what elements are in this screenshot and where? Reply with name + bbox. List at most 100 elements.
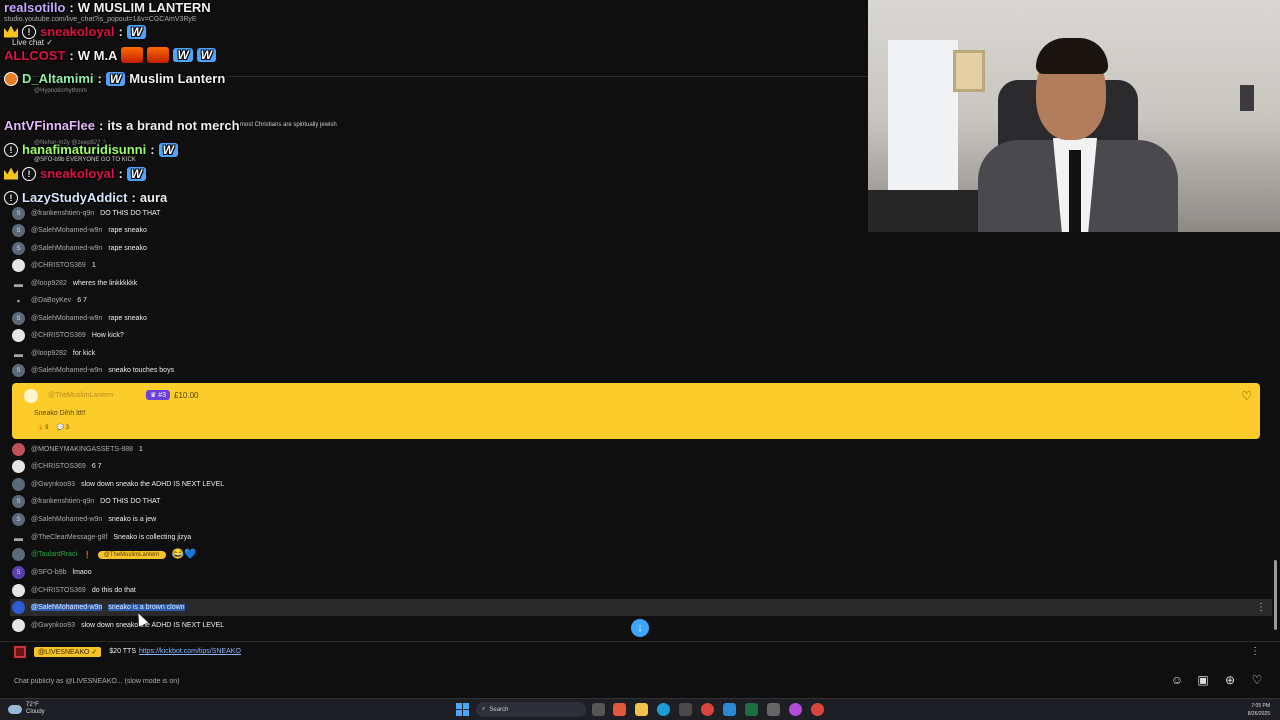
pinned-message[interactable]: @LIVESNEAKO ✓ $20 TTS https://kickbot.co… (0, 641, 1280, 661)
chat-message[interactable]: @MONEYMAKINGASSETS-888 1 (12, 441, 143, 458)
scroll-to-bottom-button[interactable]: ↓ (631, 619, 649, 637)
chat-message[interactable]: S @SalehMohamed-w9n rape sneako (12, 222, 147, 239)
info-icon: ! (4, 142, 18, 157)
avatar: ▬ (14, 532, 23, 543)
webcam-feed (868, 0, 1280, 232)
chat-message[interactable]: ▬ @loop9282 wheres the linkkkkkk (12, 275, 137, 292)
avatar (12, 478, 25, 491)
super-chat-card[interactable]: @TheMuslimLantern ♛ #3 £10.00 Sneako Dih… (12, 383, 1260, 439)
avatar (14, 645, 26, 658)
avatar (12, 584, 25, 597)
app-icon[interactable] (723, 703, 736, 716)
info-icon: ! (22, 166, 36, 181)
avatar (24, 389, 38, 403)
tts-overlay: realsotillo: W MUSLIM LANTERN ! sneakoloy… (0, 0, 860, 210)
overlay-alert: ! sneakoloyal: W (4, 24, 147, 39)
app-icon[interactable] (767, 703, 780, 716)
chat-message[interactable]: S @SalehMohamed-w9n rape sneako (12, 240, 147, 257)
avatar (12, 601, 25, 614)
file-explorer-icon[interactable] (635, 703, 648, 716)
fire-emote-icon (147, 47, 170, 63)
chat-message[interactable]: @CHRISTOS369 1 (12, 257, 96, 274)
pinned-text: $20 TTS (109, 648, 136, 655)
chrome-icon[interactable] (811, 703, 824, 716)
super-chat-icon[interactable]: ▣ (1196, 673, 1210, 687)
chat-message[interactable]: @TaulantRraci ❗ @TheMuslimLantern 😂💙 (12, 546, 196, 563)
chat-message[interactable]: @CHRISTOS369 6 7 (12, 458, 102, 475)
member-badge: ♛ #3 (146, 390, 171, 400)
info-icon: ! (22, 24, 36, 39)
task-view-icon[interactable] (592, 703, 605, 716)
user-icon (4, 71, 18, 86)
super-chat-amount: £10.00 (174, 391, 199, 400)
avatar: ▬ (14, 278, 23, 289)
avatar: S (12, 495, 25, 508)
overlay-alert: ALLCOST: W M.A WW (4, 47, 217, 63)
reply-button[interactable]: 💬 3 (56, 424, 68, 431)
chat-message[interactable]: ▪ @DaBoyKev 6 7 (12, 292, 87, 309)
scrollbar[interactable] (1274, 560, 1277, 630)
chat-message[interactable]: @Gwynkoo93 slow down sneako the ADHD IS N… (12, 476, 224, 493)
chat-message[interactable]: @CHRISTOS369 do this do that (12, 582, 136, 599)
chat-message[interactable]: @CHRISTOS369 How kick? (12, 327, 124, 344)
more-options-icon[interactable]: ⋮ (1256, 602, 1266, 613)
avatar: S (12, 312, 25, 325)
more-options-icon[interactable]: ⋮ (1250, 646, 1260, 657)
chat-message-selected[interactable]: @SalehMohamed-w9n sneako is a brown clown… (10, 599, 1272, 616)
search-icon: ⌕ (482, 706, 486, 712)
add-icon[interactable]: ⊕ (1223, 673, 1237, 687)
avatar (12, 259, 25, 272)
windows-start-icon[interactable] (456, 703, 469, 716)
avatar: S (12, 207, 25, 220)
app-icon[interactable] (789, 703, 802, 716)
avatar: S (12, 513, 25, 526)
chat-message[interactable]: S @SFO-b9b lmaoo (12, 564, 92, 581)
crown-icon (4, 25, 18, 38)
excel-icon[interactable] (745, 703, 758, 716)
overlay-alert: ! hanafimaturidisunni: W (4, 142, 178, 157)
system-clock[interactable]: 7:05 PM 8/26/2025 (1248, 702, 1270, 718)
avatar: S (12, 242, 25, 255)
avatar: S (12, 566, 25, 579)
heart-icon[interactable]: ♡ (1250, 673, 1264, 687)
overlay-alert: realsotillo: W MUSLIM LANTERN (4, 0, 211, 15)
super-chat-author: @TheMuslimLantern (48, 392, 114, 399)
heart-icon[interactable]: ♡ (1241, 389, 1252, 403)
avatar (12, 460, 25, 473)
avatar: S (12, 224, 25, 237)
chat-message[interactable]: S @frankenshtien-q9n DO THIS DO THAT (12, 493, 160, 510)
chat-message[interactable]: S @SalehMohamed-w9n rape sneako (12, 310, 147, 327)
taskbar: 72°F Cloudy ⌕ Search 7:05 PM 8/26/2025 (0, 698, 1280, 720)
crown-icon (4, 167, 18, 180)
store-icon[interactable] (679, 703, 692, 716)
edge-icon[interactable] (657, 703, 670, 716)
avatar: S (12, 364, 25, 377)
overlay-alert: AntVFinnaFlee: its a brand not merch (4, 118, 240, 133)
chat-message[interactable]: S @frankenshtien-q9n DO THIS DO THAT (12, 205, 160, 222)
overlay-alert: ! sneakoloyal: W (4, 166, 147, 181)
like-button[interactable]: 👍 9 (36, 424, 48, 431)
chrome-icon[interactable] (701, 703, 714, 716)
fire-emote-icon (121, 47, 144, 63)
super-chat-text: Sneako Dihh Itt!! (34, 410, 86, 417)
weather-widget[interactable]: 72°F Cloudy (8, 702, 45, 716)
app-icon[interactable] (613, 703, 626, 716)
overlay-alert: D_Altamimi: W Muslim Lantern (4, 71, 225, 86)
info-icon: ! (4, 190, 18, 205)
pinned-link[interactable]: https://kickbot.com/tips/SNEAKO (139, 648, 241, 655)
avatar: ▬ (14, 348, 23, 359)
overlay-alert: ! LazyStudyAddict: aura (4, 190, 167, 205)
chat-message[interactable]: ▬ @loop9282 for kick (12, 345, 95, 362)
taskbar-search[interactable]: ⌕ Search (476, 702, 586, 717)
avatar (12, 329, 25, 342)
avatar (12, 443, 25, 456)
chat-message[interactable]: @Gwynkoo93 slow down sneako the ADHD IS N… (12, 617, 224, 634)
chat-message[interactable]: S @SalehMohamed-w9n sneako is a jew (12, 511, 156, 528)
chat-message[interactable]: ▬ @TheClearMessage-g8f Sneako is collectin… (12, 529, 191, 546)
chat-message[interactable]: S @SalehMohamed-w9n sneako touches boys (12, 362, 174, 379)
avatar (12, 548, 25, 561)
owner-badge: @LIVESNEAKO ✓ (34, 646, 102, 657)
emoji-icon[interactable]: ☺ (1170, 673, 1184, 687)
chat-input[interactable] (14, 674, 1154, 688)
avatar: ▪ (16, 295, 21, 306)
